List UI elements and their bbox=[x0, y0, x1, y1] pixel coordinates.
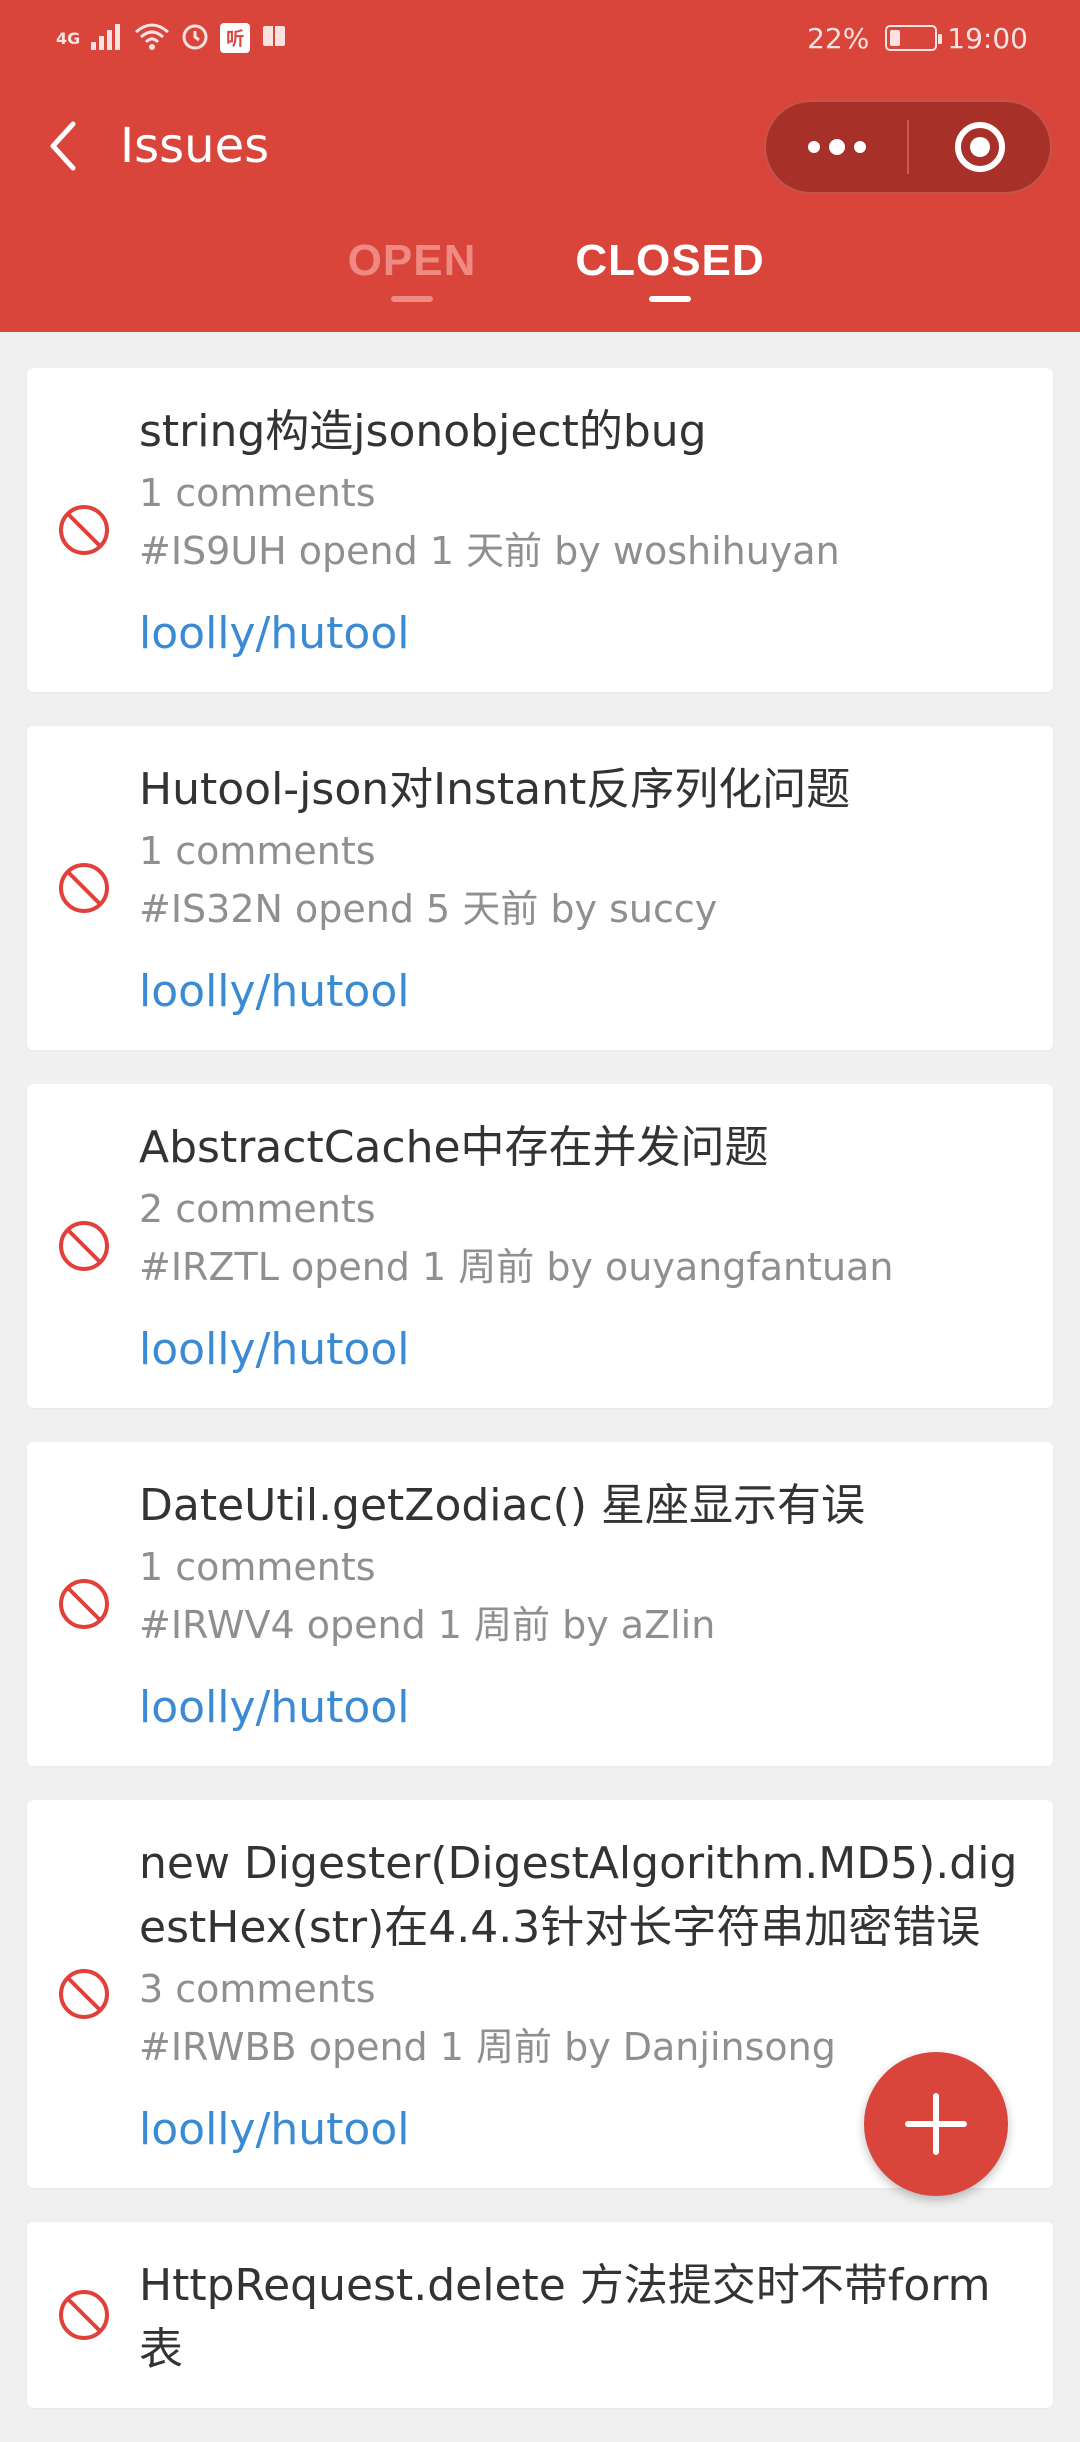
issue-state-tabs: OPEN CLOSED bbox=[0, 236, 1080, 332]
signal-icon bbox=[90, 22, 124, 54]
navigation-bar: Issues bbox=[0, 100, 1080, 194]
issue-title: new Digester(DigestAlgorithm.MD5).digest… bbox=[139, 1838, 1018, 1953]
clock: 19:00 bbox=[947, 21, 1028, 55]
battery-icon bbox=[885, 25, 943, 51]
page-title: Issues bbox=[120, 118, 270, 174]
closed-issue-icon bbox=[57, 503, 111, 561]
issue-repo-link[interactable]: loolly/hutool bbox=[139, 960, 1023, 1024]
issue-comment-count: 3 comments bbox=[139, 1967, 376, 2011]
mini-program-capsule bbox=[764, 100, 1052, 194]
close-miniprogram-button[interactable] bbox=[909, 102, 1050, 192]
status-bar: 4G 听 22% 19:00 bbox=[0, 0, 1080, 76]
status-bar-right: 22% 19:00 bbox=[807, 22, 1028, 55]
tab-closed-label: CLOSED bbox=[575, 236, 765, 285]
book-icon bbox=[260, 22, 288, 54]
network-type: 4G bbox=[56, 28, 81, 48]
issue-comment-count: 1 comments bbox=[139, 471, 376, 515]
status-bar-left: 4G 听 bbox=[56, 21, 288, 55]
closed-issue-icon bbox=[57, 1219, 111, 1277]
issue-card[interactable]: AbstractCache中存在并发问题 2 comments #IRZTL ope… bbox=[27, 1084, 1053, 1408]
issue-title: Hutool-json对Instant反序列化问题 bbox=[139, 764, 851, 815]
tab-open[interactable]: OPEN bbox=[348, 236, 475, 322]
tab-closed[interactable]: CLOSED bbox=[575, 236, 764, 322]
tab-open-label: OPEN bbox=[347, 236, 477, 285]
issue-repo-link[interactable]: loolly/hutool bbox=[139, 602, 1023, 666]
closed-issue-icon bbox=[57, 1577, 111, 1635]
back-button[interactable] bbox=[34, 118, 90, 174]
target-icon bbox=[954, 122, 1005, 172]
issue-comment-count: 1 comments bbox=[139, 1545, 376, 1589]
issue-meta: #IS9UH opend 1 天前 by woshihuyan bbox=[139, 529, 840, 573]
issue-meta: #IRZTL opend 1 周前 by ouyangfantuan bbox=[139, 1245, 894, 1289]
issue-card[interactable]: HttpRequest.delete 方法提交时不带form表 bbox=[27, 2222, 1053, 2408]
issue-title: AbstractCache中存在并发问题 bbox=[139, 1122, 769, 1173]
issue-repo-link[interactable]: loolly/hutool bbox=[139, 1318, 1023, 1382]
closed-issue-icon bbox=[57, 861, 111, 919]
issue-meta: #IS32N opend 5 天前 by succy bbox=[139, 887, 718, 931]
issue-card[interactable]: string构造jsonobject的bug 1 comments #IS9UH o… bbox=[27, 368, 1053, 692]
issue-card[interactable]: Hutool-json对Instant反序列化问题 1 comments #IS32… bbox=[27, 726, 1053, 1050]
alarm-icon bbox=[180, 21, 210, 55]
app-header: 4G 听 22% 19:00 Issues OPEN CLOSED bbox=[0, 0, 1080, 332]
issue-card[interactable]: DateUtil.getZodiac() 星座显示有误 1 comments #IR… bbox=[27, 1442, 1053, 1766]
tab-open-indicator bbox=[391, 296, 433, 302]
battery-percent: 22% bbox=[807, 21, 870, 55]
chevron-left-icon bbox=[50, 121, 76, 171]
app-badge-icon: 听 bbox=[220, 23, 251, 53]
more-dots-icon bbox=[807, 139, 866, 155]
issue-title: HttpRequest.delete 方法提交时不带form表 bbox=[139, 2260, 991, 2375]
wifi-icon bbox=[134, 22, 170, 54]
issue-title: string构造jsonobject的bug bbox=[139, 406, 707, 457]
tab-closed-indicator bbox=[649, 296, 691, 302]
closed-issue-icon bbox=[57, 1967, 111, 2025]
issue-meta: #IRWV4 opend 1 周前 by aZlin bbox=[139, 1603, 716, 1647]
plus-icon bbox=[905, 2093, 967, 2155]
issue-comment-count: 1 comments bbox=[139, 829, 376, 873]
closed-issue-icon bbox=[57, 2288, 111, 2346]
more-button[interactable] bbox=[766, 102, 907, 192]
issue-comment-count: 2 comments bbox=[139, 1187, 376, 1231]
issue-title: DateUtil.getZodiac() 星座显示有误 bbox=[139, 1480, 865, 1531]
issue-repo-link[interactable]: loolly/hutool bbox=[139, 1676, 1023, 1740]
add-issue-button[interactable] bbox=[864, 2052, 1008, 2196]
battery-level-fill bbox=[890, 30, 901, 46]
